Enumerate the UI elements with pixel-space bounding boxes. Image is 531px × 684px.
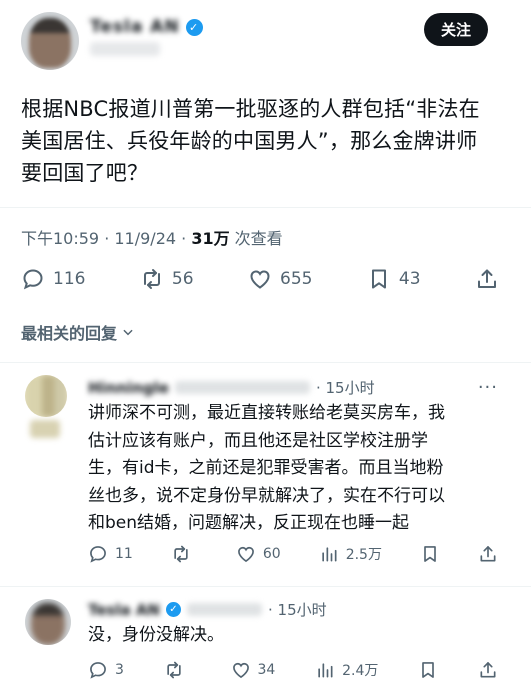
author-name[interactable]: Tesla AN (90, 17, 180, 37)
reply-time[interactable]: · 15小时 (268, 599, 327, 620)
like-icon (232, 662, 249, 679)
post-timestamp[interactable]: 下午10:59 · 11/9/24 · (21, 229, 191, 248)
bookmark-count: 43 (398, 269, 421, 289)
reply-count: 116 (53, 269, 86, 289)
reply-count: 3 (115, 662, 124, 678)
reply-icon (90, 662, 106, 679)
reply-button[interactable]: 3 (88, 660, 124, 680)
reply-button[interactable]: 11 (88, 544, 133, 564)
share-button[interactable] (478, 544, 498, 564)
reply-text-line: 估计应该有账户，而且他还是社区学校注册学 (88, 430, 428, 451)
repost-button[interactable] (164, 660, 191, 680)
like-icon (250, 270, 270, 289)
reply-avatar[interactable] (25, 375, 67, 417)
reply-time[interactable]: · 15小时 (316, 377, 375, 398)
bookmark-button[interactable] (418, 660, 438, 680)
reply-author-handle[interactable] (187, 603, 262, 616)
reply-header: Hinningle · 15小时 ··· (88, 377, 498, 398)
reply-author-name[interactable]: Tesla AN (88, 601, 160, 619)
reply-time-text: 15小时 (325, 379, 375, 397)
post-text-line: 美国居住、兵役年龄的中国男人”，那么金牌讲师 (21, 129, 478, 153)
follow-button[interactable]: 关注 (424, 13, 488, 46)
share-button[interactable] (478, 660, 498, 680)
like-button[interactable]: 34 (231, 660, 276, 680)
post-text-line: 要回国了吧？ (21, 161, 149, 185)
views-button[interactable]: 2.5万 (319, 544, 382, 564)
post-text: 根据NBC报道川普第一批驱逐的人群包括“非法在 美国居住、兵役年龄的中国男人”，… (21, 93, 501, 189)
divider (0, 207, 531, 208)
repost-count: 56 (171, 269, 194, 289)
repost-icon (174, 545, 188, 563)
views-label: 次查看 (229, 229, 283, 248)
verified-badge-icon: ✓ (166, 602, 181, 617)
reply-avatar[interactable] (25, 599, 71, 645)
reply-button[interactable]: 116 (21, 267, 85, 291)
like-count: 60 (262, 546, 281, 562)
bookmark-icon (422, 662, 435, 678)
views-button[interactable]: 2.4万 (315, 660, 378, 680)
share-icon (480, 546, 496, 562)
views-count: 31万 (191, 229, 230, 248)
reply-author-name[interactable]: Hinningle (88, 379, 169, 397)
more-options-icon[interactable]: ··· (478, 377, 498, 398)
reply-actions: 3 34 2.4万 (88, 660, 498, 680)
reply-icon (90, 546, 106, 563)
like-button[interactable]: 655 (248, 267, 312, 291)
reply-avatar-extra (25, 420, 67, 438)
repost-button[interactable]: 56 (140, 267, 194, 291)
reply-time-text: 15小时 (277, 601, 327, 619)
reply-text-line: 丝也多，说不定身份早就解决了，实在不行可以 (88, 485, 445, 506)
post-actions: 116 56 655 43 (21, 266, 499, 292)
views-count: 2.5万 (345, 547, 382, 563)
reply-actions: 11 60 2.5万 (88, 544, 498, 564)
bookmark-button[interactable] (420, 544, 440, 564)
chevron-down-icon (123, 329, 133, 336)
author-handle[interactable] (90, 42, 160, 56)
share-icon (480, 662, 496, 678)
share-icon (478, 269, 496, 288)
reply-text-line: 生，有id卡，之前还是犯罪受害者。而且当地粉 (88, 458, 444, 478)
verified-badge-icon: ✓ (185, 18, 203, 36)
share-button[interactable] (475, 267, 499, 291)
author-name-row[interactable]: Tesla AN ✓ (90, 17, 203, 37)
like-count: 655 (280, 269, 313, 289)
analytics-icon (322, 547, 337, 562)
divider (0, 362, 531, 363)
reply-text-line: 没，身份没解决。 (88, 625, 224, 645)
sort-label: 最相关的回复 (21, 324, 118, 343)
reply-count: 11 (115, 546, 133, 562)
analytics-icon (318, 663, 333, 678)
divider (0, 586, 531, 587)
bookmark-icon (424, 546, 436, 562)
repost-icon (143, 269, 160, 289)
bookmark-icon (371, 269, 386, 289)
reply-author-handle[interactable] (174, 381, 310, 394)
repost-icon (167, 661, 181, 679)
like-button[interactable]: 60 (236, 544, 281, 564)
views-count: 2.4万 (342, 663, 379, 679)
bookmark-button[interactable]: 43 (367, 267, 421, 291)
reply-icon (23, 269, 43, 290)
reply-text: 讲师深不可测，最近直接转账给老莫买房车，我 估计应该有账户，而且他还是社区学校注… (88, 400, 508, 538)
reply-text-line: 和ben结婚，问题解决，反正现在也睡一起 (88, 513, 410, 533)
post-meta: 下午10:59 · 11/9/24 · 31万 次查看 (21, 225, 283, 249)
sort-replies-dropdown[interactable]: 最相关的回复 (21, 320, 135, 344)
post-text-line: 根据NBC报道川普第一批驱逐的人群包括“非法在 (21, 97, 480, 121)
reply-text: 没，身份没解决。 (88, 622, 508, 650)
reply-text-line: 讲师深不可测，最近直接转账给老莫买房车，我 (88, 403, 445, 423)
like-count: 34 (257, 662, 276, 678)
like-icon (237, 546, 254, 563)
repost-button[interactable] (171, 544, 198, 564)
author-avatar[interactable] (21, 12, 79, 70)
reply-header: Tesla AN ✓ · 15小时 (88, 599, 498, 620)
